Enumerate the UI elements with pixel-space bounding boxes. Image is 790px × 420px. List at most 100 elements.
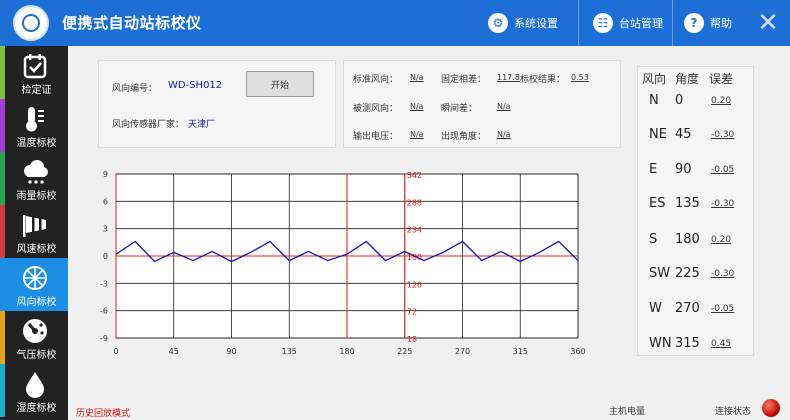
table-cell-error[interactable]: -0.30 bbox=[711, 199, 734, 209]
windsock-icon bbox=[21, 211, 49, 239]
measured-dir-value: N/a bbox=[410, 102, 424, 111]
table-cell-error[interactable]: 0.20 bbox=[711, 96, 731, 106]
table-header-angle: 角度 bbox=[675, 72, 700, 86]
sidebar-item-temperature[interactable]: 温度标校 bbox=[0, 99, 68, 152]
gear-icon: ⚙ bbox=[488, 13, 508, 33]
help-button[interactable]: ? 帮助 bbox=[684, 0, 732, 46]
wind-direction-icon bbox=[21, 264, 49, 292]
y-tick-label-angle: 126 bbox=[407, 280, 422, 289]
table-cell-angle: 315 bbox=[675, 336, 700, 351]
connection-status-indicator bbox=[762, 399, 780, 417]
sidebar-item-certificate[interactable]: 检定证 bbox=[0, 46, 68, 99]
playback-mode-label: 历史回放模式 bbox=[76, 409, 131, 419]
sidebar-item-label: 湿度标校 bbox=[16, 403, 57, 414]
certificate-icon bbox=[21, 52, 49, 80]
y-tick-label-angle: 72 bbox=[407, 308, 417, 317]
close-icon: ✕ bbox=[757, 8, 779, 38]
y-tick-label-left: 6 bbox=[103, 197, 108, 206]
table-cell-error[interactable]: 0.45 bbox=[711, 339, 731, 349]
y-tick-label-left: 3 bbox=[103, 225, 108, 234]
y-tick-label-left: 0 bbox=[103, 252, 108, 261]
sidebar-item-rain[interactable]: 雨量标校 bbox=[0, 152, 68, 205]
question-icon: ? bbox=[684, 13, 704, 33]
y-tick-label-left: -9 bbox=[100, 334, 108, 343]
y-tick-label-angle: 342 bbox=[407, 171, 422, 180]
system-settings-button[interactable]: ⚙ 系统设置 bbox=[488, 0, 558, 46]
table-cell-error[interactable]: -0.30 bbox=[711, 130, 734, 140]
y-tick-label-angle: 234 bbox=[407, 226, 422, 235]
table-cell-angle: 90 bbox=[675, 162, 692, 177]
table-cell-error[interactable]: 0.20 bbox=[711, 235, 731, 245]
table-header-direction: 风向 bbox=[642, 72, 667, 86]
appear-angle-value: N/a bbox=[497, 130, 511, 139]
table-cell-error[interactable]: -0.30 bbox=[711, 269, 734, 279]
table-cell-direction: WN bbox=[649, 336, 672, 351]
table-cell-angle: 225 bbox=[675, 266, 700, 281]
fixed-diff-value: 117.8 bbox=[497, 73, 520, 82]
wind-direction-chart: 9630-3-6-934228823418012672180 45 90 135 180… bbox=[100, 170, 586, 356]
table-cell-angle: 180 bbox=[675, 232, 700, 247]
x-tick-label: 90 bbox=[226, 347, 236, 356]
standard-dir-value: N/a bbox=[410, 73, 424, 82]
sidebar-item-label: 风向标校 bbox=[16, 297, 57, 308]
x-tick-label: 0 bbox=[113, 347, 118, 356]
y-tick-label-angle: 180 bbox=[407, 253, 422, 262]
table-cell-direction: N bbox=[649, 93, 659, 108]
connection-status-label: 连接状态 bbox=[715, 407, 752, 417]
x-tick-label: 315 bbox=[513, 347, 528, 356]
standard-dir-label: 标准风向： bbox=[353, 75, 399, 85]
table-cell-error[interactable]: -0.05 bbox=[711, 165, 734, 175]
sidebar-item-wind-direction[interactable]: 风向标校 bbox=[0, 258, 68, 311]
help-label: 帮助 bbox=[710, 17, 732, 30]
table-cell-direction: ES bbox=[649, 196, 666, 211]
close-button[interactable]: ✕ bbox=[746, 0, 790, 46]
sensor-maker-label: 风向传感器厂家： bbox=[112, 120, 185, 130]
sidebar-item-label: 温度标校 bbox=[16, 138, 57, 149]
sidebar-item-wind-speed[interactable]: 风速标校 bbox=[0, 205, 68, 258]
table-cell-direction: SW bbox=[649, 266, 671, 281]
calib-result-label: 标校结果： bbox=[520, 75, 566, 85]
humidity-drop-icon bbox=[21, 370, 49, 398]
x-tick-label: 225 bbox=[397, 347, 412, 356]
sidebar-item-humidity[interactable]: 湿度标校 bbox=[0, 364, 68, 417]
x-tick-label: 180 bbox=[339, 347, 354, 356]
app-header: 便携式自动站标校仪 ⚙ 系统设置 ☷ 台站管理 ? 帮助 ✕ bbox=[0, 0, 790, 46]
x-tick-label: 270 bbox=[455, 347, 470, 356]
table-cell-angle: 0 bbox=[675, 93, 684, 108]
app-logo-icon bbox=[13, 5, 49, 41]
y-tick-label-angle: 18 bbox=[407, 335, 417, 344]
station-management-button[interactable]: ☷ 台站管理 bbox=[593, 0, 663, 46]
table-cell-angle: 45 bbox=[675, 127, 692, 142]
measured-dir-label: 被测风向： bbox=[353, 104, 399, 114]
sidebar-item-label: 检定证 bbox=[21, 85, 52, 96]
table-header-error: 误差 bbox=[709, 72, 734, 86]
x-tick-label: 135 bbox=[282, 347, 297, 356]
y-tick-label-angle: 288 bbox=[407, 198, 422, 207]
sensor-maker-value: 天津厂 bbox=[188, 120, 216, 130]
x-tick-label: 360 bbox=[570, 347, 585, 356]
y-tick-label-left: 9 bbox=[103, 170, 108, 179]
sidebar: 检定证 温度标校 雨量标校 风速标校 风向标校 气压标校 湿度标校 bbox=[0, 46, 68, 420]
table-cell-error[interactable]: -0.05 bbox=[711, 304, 734, 314]
wind-dir-id-value: WD-SH012 bbox=[168, 80, 223, 91]
system-settings-label: 系统设置 bbox=[514, 17, 558, 30]
output-voltage-label: 输出电压： bbox=[353, 132, 399, 142]
header-divider bbox=[578, 0, 579, 46]
table-cell-direction: E bbox=[649, 162, 658, 177]
sidebar-item-label: 风速标校 bbox=[16, 244, 57, 255]
y-tick-label-left: -3 bbox=[100, 279, 108, 288]
instant-diff-value: N/a bbox=[497, 102, 511, 111]
sidebar-item-pressure[interactable]: 气压标校 bbox=[0, 311, 68, 364]
rain-cloud-icon bbox=[21, 158, 49, 186]
y-tick-label-left: -6 bbox=[100, 307, 108, 316]
table-cell-angle: 270 bbox=[675, 301, 700, 316]
start-button[interactable]: 开始 bbox=[246, 71, 314, 97]
output-voltage-value: N/a bbox=[410, 130, 424, 139]
header-divider bbox=[672, 0, 673, 46]
app-title: 便携式自动站标校仪 bbox=[62, 14, 202, 32]
instant-diff-label: 瞬间差： bbox=[441, 104, 478, 114]
appear-angle-label: 出现角度： bbox=[441, 132, 487, 142]
table-cell-direction: NE bbox=[649, 127, 667, 142]
station-icon: ☷ bbox=[593, 13, 613, 33]
calib-result-value: 0.53 bbox=[571, 73, 589, 82]
